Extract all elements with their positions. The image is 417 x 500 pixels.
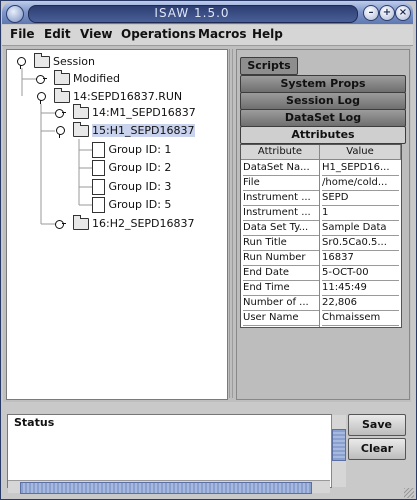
tree-node-m1[interactable]: 14:M1_SEPD16837 xyxy=(55,104,196,122)
table-cell-value[interactable]: H1_SEPD16... xyxy=(322,160,399,176)
collapse-handle-icon[interactable] xyxy=(36,92,46,104)
status-horizontal-scrollbar[interactable] xyxy=(8,480,330,494)
tree-node-group-1[interactable]: Group ID: 1 xyxy=(92,141,171,159)
scroll-thumb[interactable] xyxy=(20,482,312,494)
resize-grip-icon[interactable] xyxy=(404,488,414,498)
tab-dataset-log[interactable]: DataSet Log xyxy=(240,109,406,127)
status-vertical-scrollbar[interactable] xyxy=(331,415,346,487)
folder-icon xyxy=(53,70,70,85)
tab-system-props[interactable]: System Props xyxy=(240,75,406,93)
status-label: Status xyxy=(14,416,55,429)
tab-attributes[interactable]: Attributes xyxy=(240,126,406,144)
menu-macros[interactable]: Macros xyxy=(198,27,246,41)
save-button[interactable]: Save xyxy=(348,414,406,436)
title-bar[interactable]: ISAW 1.5.0 – + × xyxy=(2,2,413,24)
collapse-handle-icon[interactable] xyxy=(55,126,65,138)
table-cell-attribute[interactable]: End Date xyxy=(243,265,319,281)
tree-label: Group ID: 3 xyxy=(108,180,172,193)
table-cell-attribute[interactable]: DataSet Na... xyxy=(243,160,319,176)
expand-handle-icon[interactable] xyxy=(36,74,47,84)
menu-operations[interactable]: Operations xyxy=(121,27,196,41)
tree-label: Session xyxy=(53,55,95,68)
tree-node-h1[interactable]: 15:H1_SEPD16837 xyxy=(55,122,195,140)
tree-label: Group ID: 2 xyxy=(108,161,172,174)
column-header-value[interactable]: Value xyxy=(320,145,401,160)
table-cell-value[interactable]: Sr0.5Ca0.5... xyxy=(322,235,399,251)
tree-label: Group ID: 5 xyxy=(108,198,172,211)
table-cell-value[interactable]: /home/cold... xyxy=(322,175,399,191)
tab-session-log[interactable]: Session Log xyxy=(240,92,406,110)
tree-label: Modified xyxy=(73,72,120,85)
tree-node-group-2[interactable]: Group ID: 2 xyxy=(92,159,171,177)
tree-label: Group ID: 1 xyxy=(108,143,172,156)
table-cell-value[interactable]: 5-OCT-00 xyxy=(322,265,399,281)
menu-help[interactable]: Help xyxy=(252,27,283,41)
tree-label-selected: 15:H1_SEPD16837 xyxy=(92,124,195,137)
column-separator xyxy=(319,145,320,327)
window-title: ISAW 1.5.0 xyxy=(154,6,230,20)
table-cell-attribute[interactable]: Data Set Ty... xyxy=(243,220,319,236)
folder-icon xyxy=(72,122,89,137)
table-cell-value[interactable]: Sample Data xyxy=(322,220,399,236)
window-menu-icon[interactable] xyxy=(6,5,24,23)
split-divider[interactable] xyxy=(229,49,233,398)
clear-button[interactable]: Clear xyxy=(348,438,406,460)
tree-label: 14:SEPD16837.RUN xyxy=(73,90,183,103)
table-cell-attribute[interactable]: User Name xyxy=(243,310,319,326)
expand-handle-icon[interactable] xyxy=(55,219,66,229)
menu-view[interactable]: View xyxy=(80,27,112,41)
minimize-icon[interactable]: – xyxy=(363,5,379,21)
folder-icon xyxy=(53,88,70,103)
table-cell-attribute[interactable]: Number of ... xyxy=(243,295,319,311)
document-icon xyxy=(92,160,105,176)
tree-label: 14:M1_SEPD16837 xyxy=(92,106,196,119)
table-cell-value[interactable]: 11:45:49 xyxy=(322,280,399,296)
tree-node-session[interactable]: Session xyxy=(16,53,95,71)
document-icon xyxy=(92,179,105,195)
menu-edit[interactable]: Edit xyxy=(44,27,71,41)
document-icon xyxy=(92,142,105,158)
tree-node-modified[interactable]: Modified xyxy=(36,70,120,88)
menu-bar: File Edit View Operations Macros Help xyxy=(2,25,413,46)
column-header-attribute[interactable]: Attribute xyxy=(241,145,320,160)
tree-node-group-3[interactable]: Group ID: 3 xyxy=(92,178,171,196)
table-cell-attribute[interactable]: Instrument ... xyxy=(243,205,319,221)
folder-icon xyxy=(33,53,50,68)
menu-file[interactable]: File xyxy=(10,27,35,41)
scroll-thumb[interactable] xyxy=(332,429,346,461)
table-cell-attribute[interactable]: Run Title xyxy=(243,235,319,251)
collapse-handle-icon[interactable] xyxy=(16,57,26,69)
folder-icon xyxy=(72,104,89,119)
attributes-table[interactable]: Attribute Value DataSet Na... H1_SEPD16..… xyxy=(240,144,402,328)
table-cell-value[interactable]: SEPD xyxy=(322,190,399,206)
table-cell-value[interactable]: 16837 xyxy=(322,250,399,266)
tree-label: 16:H2_SEPD16837 xyxy=(92,217,195,230)
expand-handle-icon[interactable] xyxy=(55,108,66,118)
tab-scripts[interactable]: Scripts xyxy=(240,57,298,75)
document-icon xyxy=(92,197,105,213)
folder-icon xyxy=(72,215,89,230)
table-cell-value[interactable]: 22,806 xyxy=(322,295,399,311)
close-icon[interactable]: × xyxy=(395,5,411,21)
maximize-icon[interactable]: + xyxy=(379,5,395,21)
table-cell-attribute[interactable]: File xyxy=(243,175,319,191)
tree-node-h2[interactable]: 16:H2_SEPD16837 xyxy=(55,215,195,233)
table-cell-value[interactable]: 1 xyxy=(322,205,399,221)
table-cell-attribute[interactable]: End Time xyxy=(243,280,319,296)
status-textarea[interactable] xyxy=(7,414,332,488)
tree-node-group-5[interactable]: Group ID: 5 xyxy=(92,196,171,214)
table-cell-attribute[interactable]: Run Number xyxy=(243,250,319,266)
table-cell-attribute[interactable]: Instrument ... xyxy=(243,190,319,206)
table-cell-value[interactable]: Chmaissem xyxy=(322,310,399,326)
